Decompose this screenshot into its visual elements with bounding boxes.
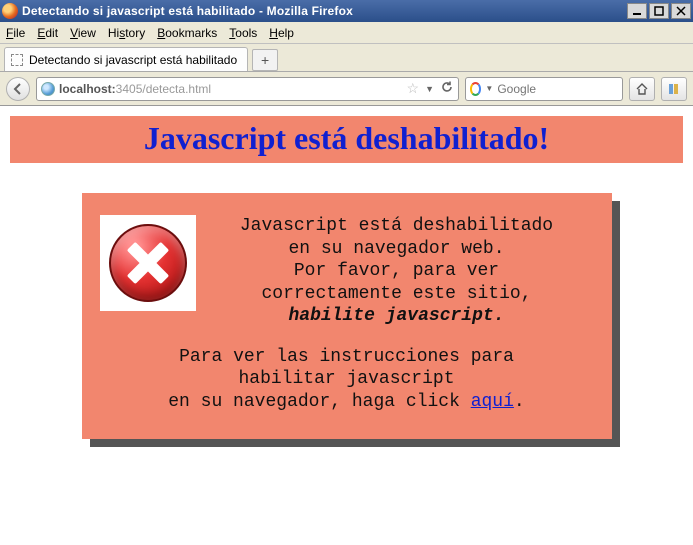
bookmark-star-icon[interactable]: ☆ <box>407 80 420 97</box>
menubar: File Edit View History Bookmarks Tools H… <box>0 22 693 44</box>
url-bar[interactable]: localhost:3405/detecta.html ☆ ▼ <box>36 77 459 101</box>
menu-tools[interactable]: Tools <box>229 26 257 40</box>
tab-active[interactable]: Detectando si javascript está habilitado <box>4 47 248 71</box>
window-titlebar: Detectando si javascript está habilitado… <box>0 0 693 22</box>
warn-line-8: en su navegador, haga click aquí. <box>100 391 594 414</box>
warning-panel: Javascript está deshabilitado en su nave… <box>82 193 612 439</box>
reload-icon[interactable] <box>440 80 454 97</box>
error-icon-box <box>100 215 196 311</box>
search-engine-dropdown-icon[interactable]: ▼ <box>485 84 493 93</box>
search-input[interactable] <box>497 82 618 96</box>
menu-file[interactable]: File <box>6 26 25 40</box>
window-title: Detectando si javascript está habilitado… <box>22 4 627 18</box>
error-x-icon <box>109 224 187 302</box>
maximize-button[interactable] <box>649 3 669 19</box>
firefox-icon <box>2 3 18 19</box>
home-button[interactable] <box>629 77 655 101</box>
site-identity-icon <box>41 82 55 96</box>
menu-bookmarks[interactable]: Bookmarks <box>157 26 217 40</box>
page-favicon-placeholder <box>11 54 23 66</box>
url-text: localhost:3405/detecta.html <box>59 82 211 96</box>
page-viewport: Javascript está deshabilitado! Javascrip… <box>0 106 693 545</box>
menu-help[interactable]: Help <box>269 26 294 40</box>
tab-title: Detectando si javascript está habilitado <box>29 53 237 67</box>
warn-line-6: Para ver las instrucciones para <box>100 346 594 369</box>
close-button[interactable] <box>671 3 691 19</box>
menu-view[interactable]: View <box>70 26 96 40</box>
tabstrip: Detectando si javascript está habilitado… <box>0 44 693 72</box>
instructions-link[interactable]: aquí <box>471 392 514 412</box>
minimize-button[interactable] <box>627 3 647 19</box>
page-heading: Javascript está deshabilitado! <box>10 120 683 157</box>
warn-line-7: habilitar javascript <box>100 368 594 391</box>
menu-history[interactable]: History <box>108 26 145 40</box>
dropdown-icon[interactable]: ▼ <box>425 84 434 94</box>
window-controls <box>627 3 691 19</box>
back-button[interactable] <box>6 77 30 101</box>
nav-toolbar: localhost:3405/detecta.html ☆ ▼ ▼ <box>0 72 693 106</box>
menu-edit[interactable]: Edit <box>37 26 58 40</box>
google-icon <box>470 82 481 96</box>
bookmarks-button[interactable] <box>661 77 687 101</box>
search-box[interactable]: ▼ <box>465 77 623 101</box>
new-tab-button[interactable]: + <box>252 49 278 71</box>
heading-banner: Javascript está deshabilitado! <box>10 116 683 163</box>
